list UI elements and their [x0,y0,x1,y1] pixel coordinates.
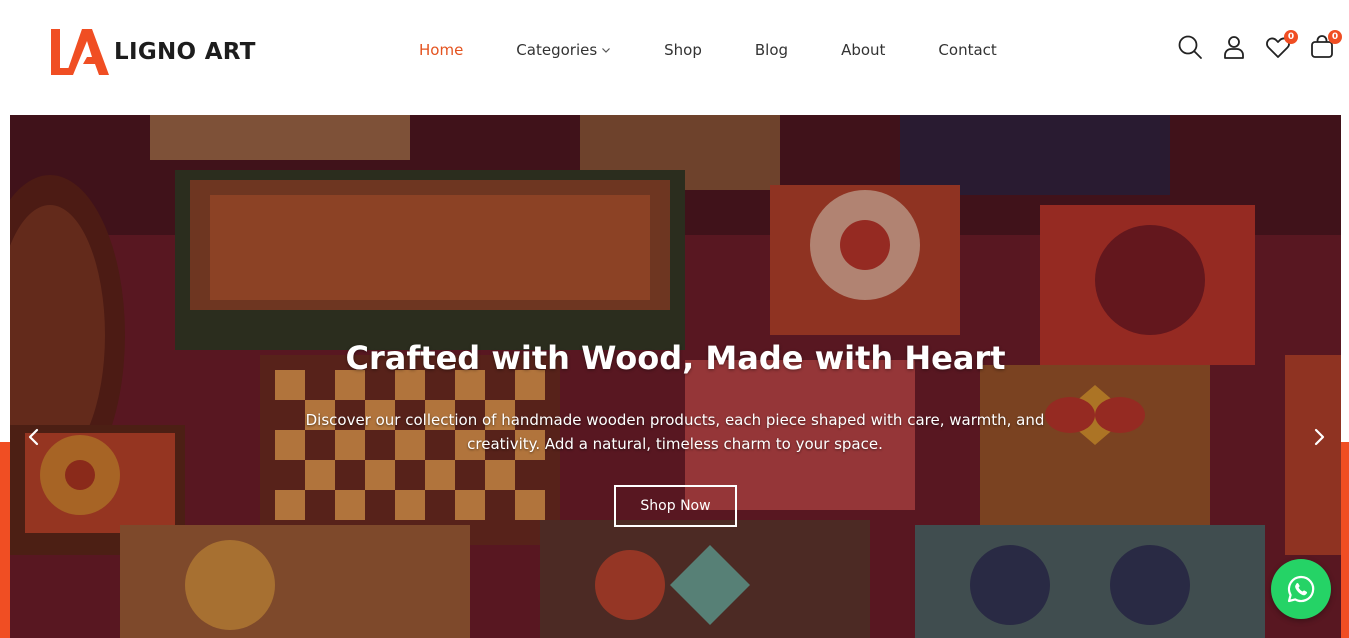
whatsapp-chat-button[interactable] [1271,559,1331,619]
search-button[interactable] [1176,33,1204,61]
hero-title: Crafted with Wood, Made with Heart [345,339,1006,377]
hero-slider: Crafted with Wood, Made with Heart Disco… [10,115,1341,638]
logo[interactable]: LIGNO ART [49,27,256,77]
left-accent-bar [0,442,10,638]
search-icon [1178,35,1202,59]
account-button[interactable] [1220,33,1248,61]
slider-prev-button[interactable] [22,425,46,449]
wishlist-count-badge: 0 [1284,30,1298,44]
whatsapp-icon [1287,575,1315,603]
nav-blog[interactable]: Blog [755,41,788,59]
header-icons: 0 0 [1176,30,1349,61]
chevron-left-icon [28,428,39,446]
site-header: LIGNO ART Home Categories Shop Blog Abou… [0,0,1349,104]
hero-subtitle: Discover our collection of handmade wood… [305,411,1045,453]
slider-next-button[interactable] [1307,425,1331,449]
shop-now-button[interactable]: Shop Now [614,485,737,527]
nav-shop[interactable]: Shop [664,41,702,59]
nav-about[interactable]: About [841,41,885,59]
wishlist-button[interactable]: 0 [1264,30,1298,61]
chevron-right-icon [1314,428,1325,446]
nav-home[interactable]: Home [419,41,463,59]
chevron-down-icon [602,48,611,53]
main-nav: Home Categories Shop Blog About Contact [419,41,1050,59]
nav-contact[interactable]: Contact [938,41,996,59]
logo-text: LIGNO ART [114,39,256,65]
nav-categories[interactable]: Categories [516,41,611,59]
nav-categories-label: Categories [516,41,598,59]
cart-count-badge: 0 [1328,30,1342,44]
user-icon [1224,36,1244,59]
cart-button[interactable]: 0 [1308,30,1342,61]
logo-mark-icon [51,29,109,75]
